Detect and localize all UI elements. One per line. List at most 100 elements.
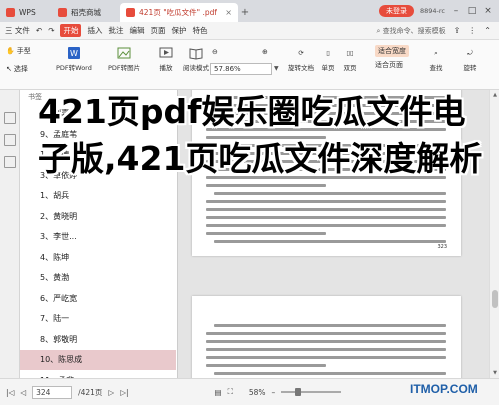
bookmark-item[interactable]: 5、黄渤 xyxy=(20,268,176,288)
pdf-to-image-label: PDF转图片 xyxy=(108,64,141,72)
thumbnail-panel-icon[interactable] xyxy=(4,134,16,146)
find-button[interactable]: ⌕ 查找 xyxy=(428,46,444,73)
menu-special[interactable]: 特色 xyxy=(192,25,207,36)
zoom-minus-icon[interactable]: – xyxy=(272,388,276,397)
menu-comment[interactable]: 批注 xyxy=(108,25,123,36)
comment-panel-icon[interactable] xyxy=(4,156,16,168)
pdf-to-word-icon: W xyxy=(66,46,82,60)
menu-page[interactable]: 页面 xyxy=(150,25,165,36)
text-line xyxy=(206,356,446,359)
menu-right: ⌕ 查找命令、搜索模板 ⇪ ⋮ ⌃ xyxy=(376,26,499,36)
double-page-button[interactable]: ▯▯ 双页 xyxy=(342,46,358,72)
page-number-input[interactable]: 324 xyxy=(32,385,73,399)
text-line xyxy=(206,232,326,235)
pdf-to-word-button[interactable]: W PDF转Word xyxy=(56,46,92,72)
text-line xyxy=(214,192,446,195)
text-line xyxy=(214,372,446,375)
scroll-down-icon[interactable]: ▼ xyxy=(491,370,499,376)
hand-tool[interactable]: ✋ 手型 xyxy=(6,46,31,56)
total-pages: /421页 xyxy=(78,387,103,397)
scroll-thumb[interactable] xyxy=(492,290,498,308)
single-page-button[interactable]: ▯ 单页 xyxy=(320,46,336,72)
read-mode-button[interactable]: 阅读模式 xyxy=(183,46,209,72)
collapse-icon[interactable]: ⌃ xyxy=(484,26,491,35)
close-tab-icon[interactable]: × xyxy=(225,8,232,17)
view-mode-icon[interactable]: ▤ xyxy=(215,388,222,397)
fit-page-button[interactable]: 适合页面 xyxy=(375,60,403,70)
single-page-label: 单页 xyxy=(321,64,335,72)
login-button[interactable]: 未登录 xyxy=(379,5,414,17)
hand-tool-label: 手型 xyxy=(16,47,31,55)
undo-icon[interactable]: ↶ xyxy=(36,26,42,35)
select-tool[interactable]: ↖ 选择 xyxy=(6,64,28,74)
rotate-screen-icon: ⤾ xyxy=(467,48,473,57)
menu-file[interactable]: 三 文件 xyxy=(5,25,30,36)
play-button[interactable]: 播放 xyxy=(158,46,174,72)
bookmark-item[interactable]: 8、郭敬明 xyxy=(20,330,176,350)
double-page-label: 双页 xyxy=(343,64,357,72)
command-search[interactable]: ⌕ 查找命令、搜索模板 xyxy=(376,26,445,36)
rotate-button[interactable]: ⟳ 旋转文档 xyxy=(288,46,314,72)
fullscreen-icon[interactable]: ⛶ xyxy=(228,387,233,397)
bookmark-item[interactable]: 6、严屹宽 xyxy=(20,289,176,309)
zoom-slider[interactable] xyxy=(281,388,342,396)
screen-rotate-button[interactable]: ⤾ 旋转 xyxy=(462,46,478,73)
text-line xyxy=(206,340,446,343)
zoom-out-icon[interactable]: ⊖ xyxy=(212,48,218,56)
pdf-to-word-label: PDF转Word xyxy=(56,64,92,72)
menu-protect[interactable]: 保护 xyxy=(171,25,186,36)
pdf-to-image-button[interactable]: PDF转图片 xyxy=(108,46,140,72)
account-id: 8894-rc xyxy=(420,7,445,15)
bookmark-panel-icon[interactable] xyxy=(4,112,16,124)
fit-page-label: 适合页面 xyxy=(375,61,403,69)
close-window-icon[interactable]: × xyxy=(483,6,493,16)
fit-width-button[interactable]: 适合宽度 xyxy=(375,45,409,57)
add-tab-icon[interactable]: + xyxy=(238,3,252,22)
store-icon xyxy=(58,8,67,17)
text-line xyxy=(206,348,446,351)
bookmark-item[interactable]: 2、黄晓明 xyxy=(20,207,176,227)
screen-rotate-label: 旋转 xyxy=(463,64,477,72)
book-icon xyxy=(188,46,204,60)
tab-wps-label: WPS xyxy=(19,8,36,17)
tab-wps[interactable]: WPS xyxy=(0,3,52,22)
zoom-slider-knob[interactable] xyxy=(295,388,302,396)
menu-edit[interactable]: 编辑 xyxy=(129,25,144,36)
tab-document[interactable]: 421页 "吃瓜文件" .pdf × xyxy=(120,3,238,22)
share-icon[interactable]: ⇪ xyxy=(454,26,461,35)
chevron-down-icon[interactable]: ▼ xyxy=(274,65,279,72)
bookmark-item[interactable]: 3、李世... xyxy=(20,227,176,247)
bookmark-item[interactable]: 11、孟非 xyxy=(20,371,176,379)
hand-icon: ✋ xyxy=(6,47,15,55)
text-line xyxy=(214,240,446,243)
more-icon[interactable]: ⋮ xyxy=(468,26,476,35)
bookmark-item[interactable]: 7、陆一 xyxy=(20,309,176,329)
zoom-input[interactable]: 57.86% xyxy=(210,63,272,75)
text-line xyxy=(206,200,446,203)
zoom-in-icon[interactable]: ⊕ xyxy=(262,48,268,56)
read-mode-label: 阅读模式 xyxy=(183,64,209,72)
menu-start[interactable]: 开始 xyxy=(60,24,82,37)
redo-icon[interactable]: ↷ xyxy=(48,26,54,35)
last-page-icon[interactable]: ▷| xyxy=(120,388,128,397)
tab-store[interactable]: 稻壳商城 xyxy=(52,3,120,22)
tab-document-label: 421页 "吃瓜文件" .pdf xyxy=(139,8,218,17)
bookmark-item[interactable]: 1、胡兵 xyxy=(20,186,176,206)
menu-insert[interactable]: 插入 xyxy=(87,25,102,36)
prev-page-icon[interactable]: ◁ xyxy=(20,388,26,397)
minimize-icon[interactable]: – xyxy=(451,6,461,16)
text-line xyxy=(206,208,446,211)
maximize-icon[interactable]: □ xyxy=(467,6,477,16)
tab-bar: WPS 稻壳商城 421页 "吃瓜文件" .pdf × + 未登录 8894-r… xyxy=(0,0,499,22)
bookmark-item[interactable]: 10、陈思成 xyxy=(20,350,176,370)
toolbar: ✋ 手型 ↖ 选择 W PDF转Word PDF转图片 播放 阅读模式 ⊖ ⊕ 57… xyxy=(0,40,499,90)
bookmark-item[interactable]: 4、陈坤 xyxy=(20,248,176,268)
zoom-level: 58% xyxy=(248,387,266,397)
text-line xyxy=(206,184,326,187)
next-page-icon[interactable]: ▷ xyxy=(108,388,114,397)
tab-store-label: 稻壳商城 xyxy=(71,8,101,17)
rotate-icon: ⟳ xyxy=(298,49,304,57)
first-page-icon[interactable]: |◁ xyxy=(6,388,14,397)
wps-logo-icon xyxy=(6,8,15,17)
single-page-icon: ▯ xyxy=(326,49,330,57)
